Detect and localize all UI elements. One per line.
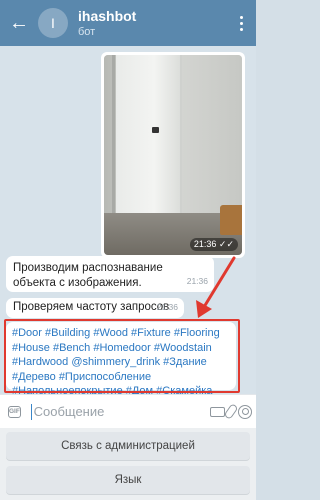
contact-admin-button[interactable]: Связь с администрацией (6, 432, 250, 460)
message-text: Проверяем частоту запросов (13, 301, 170, 313)
hashtag-list[interactable]: #Door #Building #Wood #Fixture #Flooring… (12, 326, 230, 399)
message-timestamp: 21:36 (156, 302, 178, 312)
back-arrow-icon[interactable]: ← (0, 0, 38, 46)
attach-icon[interactable] (223, 395, 239, 429)
camera-icon[interactable] (238, 395, 252, 429)
message-bubble[interactable]: Проверяем частоту запросов 21:36 (6, 298, 184, 318)
message-composer: GIF (0, 394, 256, 428)
chat-title-block[interactable]: ihashbot бот (78, 8, 226, 39)
language-button[interactable]: Язык (6, 466, 250, 494)
message-list: 21:36 ✓✓ Производим распознавание объект… (0, 46, 256, 397)
avatar[interactable]: I (38, 8, 68, 38)
gif-icon[interactable]: GIF (8, 405, 21, 418)
chat-header: ← I ihashbot бот (0, 0, 256, 46)
hashtag-message[interactable]: #Door #Building #Wood #Fixture #Flooring… (6, 322, 236, 397)
message-text: Производим распознавание объекта с изобр… (13, 262, 163, 289)
message-input[interactable] (31, 404, 210, 419)
photo-message[interactable]: 21:36 ✓✓ (101, 52, 245, 258)
message-bubble[interactable]: Производим распознавание объекта с изобр… (6, 256, 214, 292)
chat-title: ihashbot (78, 7, 137, 24)
message-timestamp: 21:36 (186, 276, 208, 286)
keyboard-icon[interactable] (209, 395, 225, 429)
photo-image[interactable]: 21:36 ✓✓ (104, 55, 242, 255)
bot-keyboard: Связь с администрацией Язык (0, 428, 256, 500)
photo-timestamp: 21:36 ✓✓ (189, 238, 238, 251)
chat-subtitle: бот (78, 25, 96, 38)
more-menu-icon[interactable] (226, 0, 256, 46)
